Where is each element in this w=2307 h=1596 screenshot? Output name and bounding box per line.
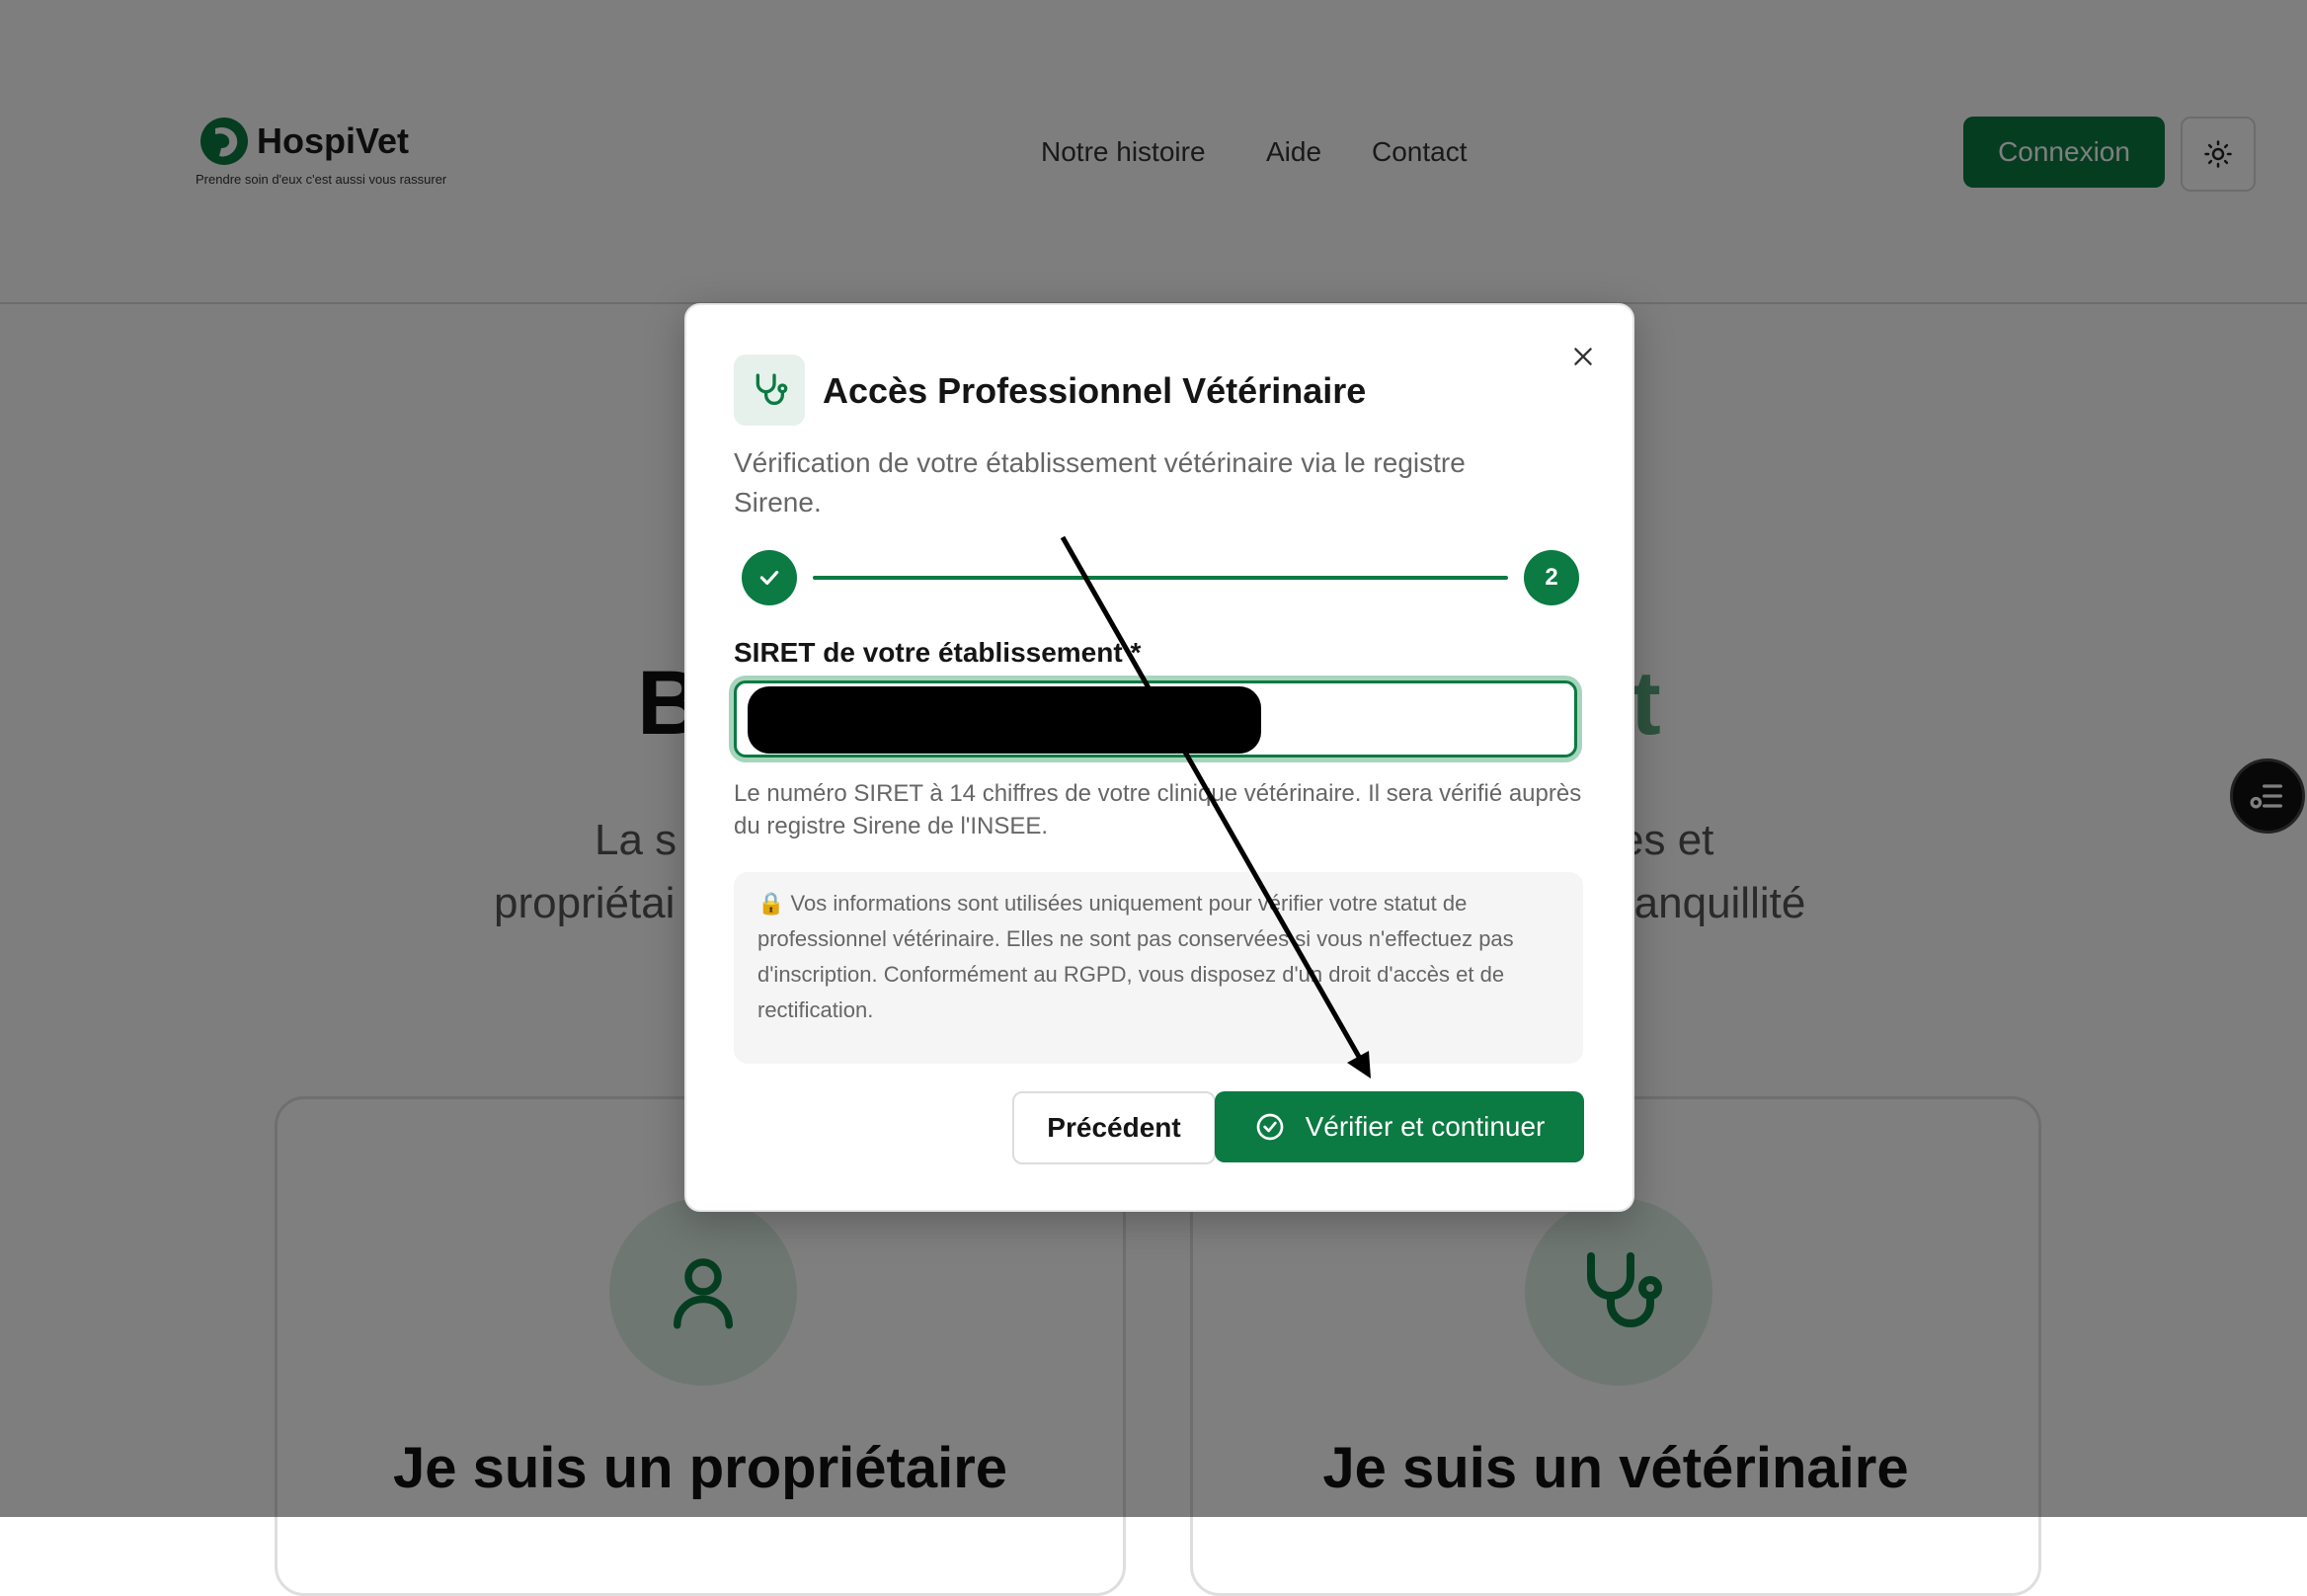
step-1-completed (742, 550, 797, 605)
stepper-connector (813, 576, 1508, 580)
verify-continue-button[interactable]: Vérifier et continuer (1215, 1091, 1584, 1162)
siret-help-text: Le numéro SIRET à 14 chiffres de votre c… (734, 780, 1582, 839)
check-circle-icon (1256, 1113, 1283, 1141)
check-icon (759, 570, 779, 586)
privacy-notice: 🔒 Vos informations sont utilisées unique… (734, 872, 1583, 1064)
step-2-current: 2 (1524, 550, 1579, 605)
verify-button-label: Vérifier et continuer (1305, 1111, 1546, 1142)
redacted-value (748, 686, 1261, 754)
previous-button[interactable]: Précédent (1012, 1091, 1216, 1164)
vet-access-dialog: Accès Professionnel Vétérinaire Vérifica… (684, 303, 1634, 1212)
close-button[interactable] (1563, 337, 1603, 376)
dialog-header-icon (734, 355, 805, 426)
stethoscope-icon (756, 373, 788, 405)
siret-label: SIRET de votre établissement * (734, 637, 1142, 668)
dialog-title: Accès Professionnel Vétérinaire (823, 370, 1367, 411)
close-icon (1574, 348, 1592, 365)
progress-stepper: 2 (742, 550, 1579, 605)
dialog-description: Vérification de votre établissement vété… (734, 447, 1466, 518)
